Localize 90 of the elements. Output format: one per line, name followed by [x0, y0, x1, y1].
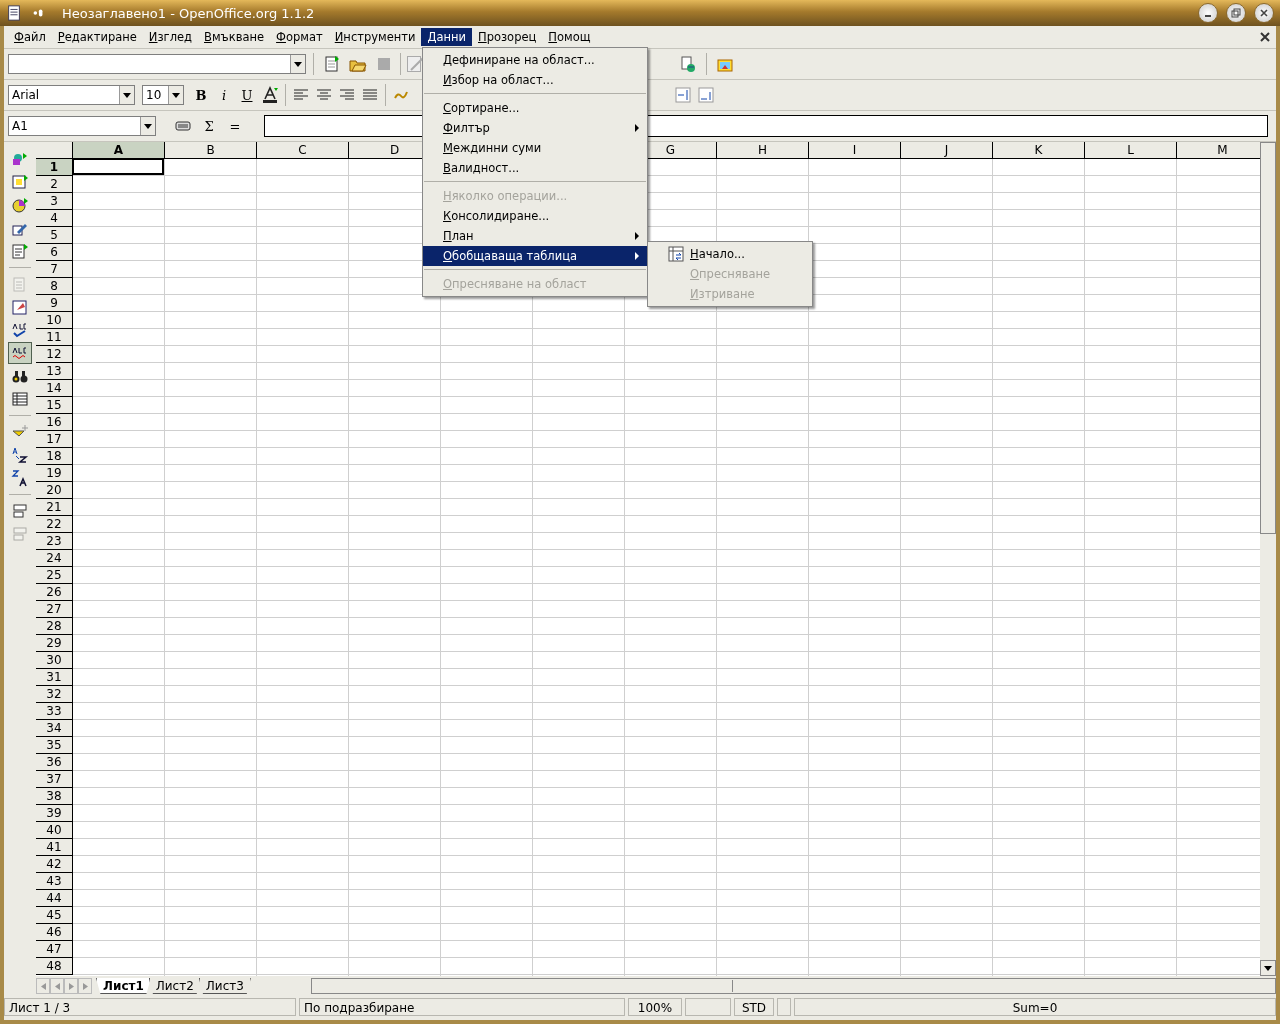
- menu-item[interactable]: Сортиране...: [423, 98, 647, 118]
- row-header[interactable]: 14: [36, 380, 73, 397]
- row-header[interactable]: 20: [36, 482, 73, 499]
- row-header[interactable]: 38: [36, 788, 73, 805]
- name-box[interactable]: A1: [8, 116, 156, 136]
- row-header[interactable]: 25: [36, 567, 73, 584]
- menu-item[interactable]: Начало...: [648, 244, 812, 264]
- row-header[interactable]: 47: [36, 941, 73, 958]
- column-header[interactable]: C: [257, 142, 349, 159]
- sheet-tab[interactable]: Лист1: [96, 978, 151, 994]
- row-header[interactable]: 43: [36, 873, 73, 890]
- row-header[interactable]: 18: [36, 448, 73, 465]
- row-header[interactable]: 11: [36, 329, 73, 346]
- menu-item[interactable]: Дефиниране на област...: [423, 50, 647, 70]
- sum-status: Sum=0: [794, 998, 1276, 1016]
- row-header[interactable]: 35: [36, 737, 73, 754]
- menu-item[interactable]: План: [423, 226, 647, 246]
- column-header[interactable]: H: [717, 142, 809, 159]
- row-header[interactable]: 6: [36, 244, 73, 261]
- row-header[interactable]: 41: [36, 839, 73, 856]
- row-header[interactable]: 22: [36, 516, 73, 533]
- menu-item[interactable]: Избор на област...: [423, 70, 647, 90]
- row-header[interactable]: 17: [36, 431, 73, 448]
- row-header[interactable]: 21: [36, 499, 73, 516]
- row-header[interactable]: 34: [36, 720, 73, 737]
- column-header[interactable]: B: [165, 142, 257, 159]
- row-header[interactable]: 9: [36, 295, 73, 312]
- row-header[interactable]: 48: [36, 958, 73, 975]
- row-header[interactable]: 2: [36, 176, 73, 193]
- menu-item[interactable]: Обобщаваща таблица: [423, 246, 647, 266]
- row-header[interactable]: 31: [36, 669, 73, 686]
- row-header[interactable]: 44: [36, 890, 73, 907]
- row-header[interactable]: 13: [36, 363, 73, 380]
- row-header[interactable]: 4: [36, 210, 73, 227]
- menu-item[interactable]: Вмъкване: [198, 28, 271, 46]
- row-header[interactable]: 42: [36, 856, 73, 873]
- row-header[interactable]: 1: [36, 159, 73, 176]
- window-title: Неозаглавено1 - OpenOffice.org 1.1.2: [62, 5, 315, 21]
- sheet-tab[interactable]: Лист3: [198, 978, 251, 994]
- column-header[interactable]: I: [809, 142, 901, 159]
- menu-item[interactable]: Прозорец: [472, 28, 543, 46]
- row-header[interactable]: 26: [36, 584, 73, 601]
- row-header[interactable]: 10: [36, 312, 73, 329]
- column-header[interactable]: K: [993, 142, 1085, 159]
- menu-item[interactable]: Валидност...: [423, 158, 647, 178]
- row-header[interactable]: 29: [36, 635, 73, 652]
- row-header[interactable]: 40: [36, 822, 73, 839]
- menu-item[interactable]: Формат: [270, 28, 329, 46]
- row-header[interactable]: 15: [36, 397, 73, 414]
- format-button[interactable]: i: [213, 84, 235, 106]
- row-header[interactable]: 37: [36, 771, 73, 788]
- sheet-status: Лист 1 / 3: [4, 998, 296, 1016]
- page-style-status: По подразбиране: [299, 998, 625, 1016]
- format-button[interactable]: U: [236, 84, 258, 106]
- menu-item[interactable]: Помощ: [542, 28, 597, 46]
- column-header[interactable]: J: [901, 142, 993, 159]
- row-header[interactable]: 5: [36, 227, 73, 244]
- column-header[interactable]: L: [1085, 142, 1177, 159]
- sum-button[interactable]: Σ: [198, 115, 220, 137]
- mode-status: STD: [734, 998, 774, 1016]
- menu-item[interactable]: Изглед: [142, 28, 198, 46]
- row-header[interactable]: 32: [36, 686, 73, 703]
- row-header[interactable]: 30: [36, 652, 73, 669]
- menu-item[interactable]: Файл: [8, 28, 52, 46]
- row-header[interactable]: 39: [36, 805, 73, 822]
- zoom-status: 100%: [628, 998, 682, 1016]
- row-header[interactable]: 23: [36, 533, 73, 550]
- menu-item[interactable]: Данни: [421, 28, 472, 46]
- row-header[interactable]: 24: [36, 550, 73, 567]
- font-name-field[interactable]: Arial: [8, 85, 135, 105]
- format-button[interactable]: B: [190, 84, 212, 106]
- row-header[interactable]: 36: [36, 754, 73, 771]
- row-header[interactable]: 7: [36, 261, 73, 278]
- row-header[interactable]: 16: [36, 414, 73, 431]
- function-button[interactable]: =: [224, 115, 246, 137]
- row-header[interactable]: 33: [36, 703, 73, 720]
- row-header[interactable]: 12: [36, 346, 73, 363]
- row-header[interactable]: 8: [36, 278, 73, 295]
- row-header[interactable]: 19: [36, 465, 73, 482]
- menu-item[interactable]: Консолидиране...: [423, 206, 647, 226]
- row-header[interactable]: 3: [36, 193, 73, 210]
- row-header[interactable]: 27: [36, 601, 73, 618]
- menu-item[interactable]: Филтър: [423, 118, 647, 138]
- row-header[interactable]: 28: [36, 618, 73, 635]
- menu-item[interactable]: Инструменти: [328, 28, 422, 46]
- font-size-field[interactable]: 10: [142, 85, 184, 105]
- row-header[interactable]: 45: [36, 907, 73, 924]
- menu-item[interactable]: Редактиране: [51, 28, 143, 46]
- column-header[interactable]: M: [1177, 142, 1260, 159]
- row-header[interactable]: 46: [36, 924, 73, 941]
